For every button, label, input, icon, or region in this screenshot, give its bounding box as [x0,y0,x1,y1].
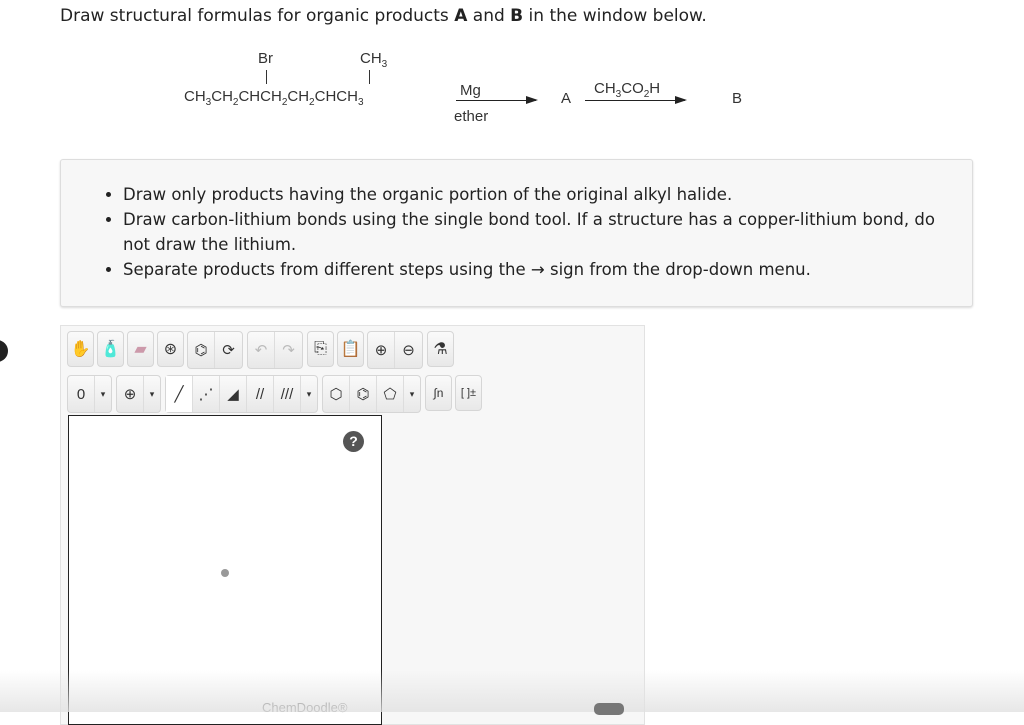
benzene-icon[interactable]: ⌬ [350,376,377,412]
eraser-bottle-icon[interactable]: 🧴 [97,331,124,367]
brackets-icon[interactable]: [ ]± [455,375,482,411]
cyclopentane-icon[interactable]: ⬠ [377,376,404,412]
product-b: B [732,90,742,107]
single-bond-icon[interactable]: ╱ [166,376,193,412]
bromine-label: Br [258,50,273,67]
instructions-box: Draw only products having the organic po… [60,159,973,307]
chevron-down-icon[interactable]: ▾ [95,376,111,412]
undo-icon[interactable]: ↶ [248,332,275,368]
zoom-out-icon[interactable]: ⊖ [395,332,422,368]
chevron-down-icon[interactable]: ▾ [301,376,317,412]
zoom-in-icon[interactable]: ⊕ [368,332,395,368]
eraser-icon[interactable]: ▰ [127,331,154,367]
chemdoodle-logo: ChemDoodle® [262,700,347,715]
canvas-dot [221,569,229,577]
charge-button[interactable]: 0 [68,376,95,412]
paste-icon[interactable]: 📋 [337,331,364,367]
rotate-icon[interactable]: ⟳ [215,332,242,368]
double-bond-icon[interactable]: // [247,376,274,412]
copy-icon[interactable]: ⎘ [307,331,334,367]
chevron-down-icon[interactable]: ▾ [144,376,160,412]
polymer-icon[interactable]: ∫n [425,375,452,411]
reaction-scheme: Br CH3 CH3CH2CHCH2CH2CHCH3 Mg ether A CH… [180,48,760,133]
reagent-ether: ether [454,108,488,125]
clean-icon[interactable]: ⚗ [427,331,454,367]
product-a: A [561,90,571,107]
triple-bond-icon[interactable]: /// [274,376,301,412]
chevron-down-icon[interactable]: ▾ [404,376,420,412]
reaction-arrow-1 [456,100,536,101]
side-tab[interactable] [0,340,8,362]
toolbar-row-2: 0▾ ⊕▾ ╱⋰◢/////▾ ⬡⌬⬠▾ ∫n [ ]± [67,375,485,413]
flip-icon[interactable]: ⌬ [188,332,215,368]
instruction-item: Draw only products having the organic po… [123,182,952,207]
plus-charge-icon[interactable]: ⊕ [117,376,144,412]
center-icon[interactable]: ⊛ [157,331,184,367]
reactant-formula: CH3CH2CHCH2CH2CHCH3 [184,88,364,108]
reagent-mg: Mg [460,82,481,99]
hand-icon[interactable]: ✋ [67,331,94,367]
cyclohexane-icon[interactable]: ⬡ [323,376,350,412]
dashed-bond-icon[interactable]: ⋰ [193,376,220,412]
instruction-item: Draw carbon-lithium bonds using the sing… [123,207,952,257]
help-icon[interactable]: ? [343,431,364,452]
toolbar-row-1: ✋ 🧴 ▰ ⊛ ⌬⟳ ↶↷ ⎘ 📋 ⊕⊖ ⚗ [67,331,457,369]
methyl-label: CH3 [360,50,387,70]
question-prompt: Draw structural formulas for organic pro… [60,6,707,26]
scroll-button[interactable] [594,703,624,715]
redo-icon[interactable]: ↷ [275,332,302,368]
wedge-bond-icon[interactable]: ◢ [220,376,247,412]
reagent-acetic-acid: CH3CO2H [594,80,660,100]
instruction-item: Separate products from different steps u… [123,257,952,282]
reaction-arrow-2 [585,100,685,101]
